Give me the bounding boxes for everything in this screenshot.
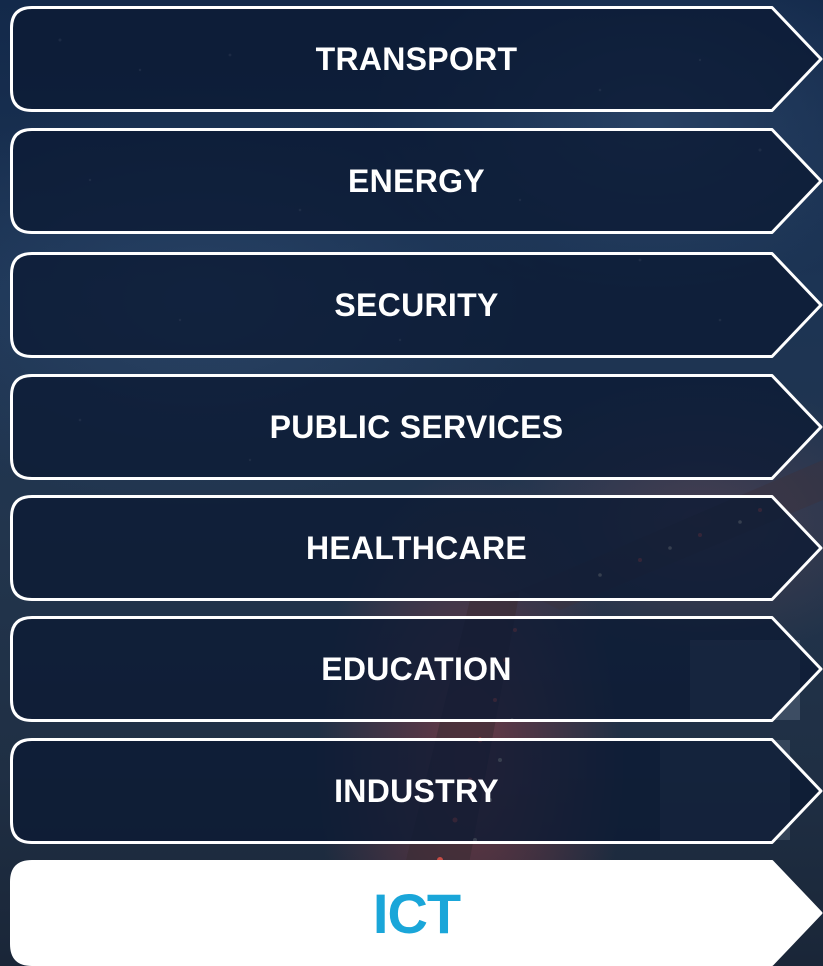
menu-item-label: PUBLIC SERVICES [269,408,564,445]
menu-item-label: SECURITY [334,286,499,323]
menu-item-energy[interactable]: ENERGY [10,128,823,234]
menu-item-label: ICT [372,881,461,945]
menu-item-education[interactable]: EDUCATION [10,616,823,722]
menu-item-public-services[interactable]: PUBLIC SERVICES [10,374,823,480]
menu-item-label: ENERGY [348,162,485,199]
menu-item-label: EDUCATION [321,650,512,687]
menu-item-healthcare[interactable]: HEALTHCARE [10,495,823,601]
menu-item-industry[interactable]: INDUSTRY [10,738,823,844]
menu-item-label: HEALTHCARE [305,529,528,566]
menu-item-transport[interactable]: TRANSPORT [10,6,823,112]
menu-item-security[interactable]: SECURITY [10,252,823,358]
menu-item-label: TRANSPORT [315,40,518,77]
menu-item-label: INDUSTRY [334,772,499,809]
menu-item-ict[interactable]: ICT [10,860,823,966]
sector-menu: TRANSPORT ENERGY SECURITY PUBLIC SERVICE… [0,0,823,966]
